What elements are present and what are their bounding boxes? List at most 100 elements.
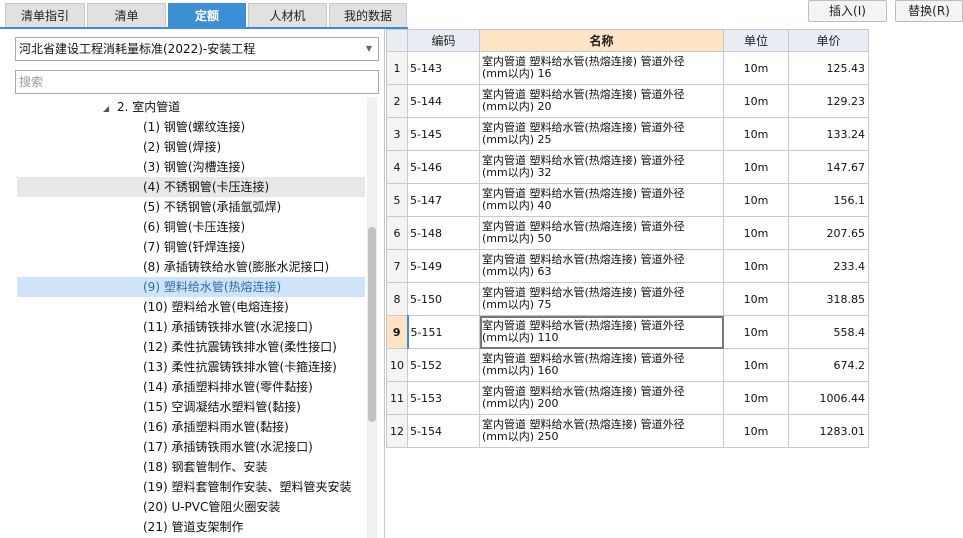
price-cell[interactable]: 674.2 <box>788 348 869 382</box>
unit-header[interactable]: 单位 <box>723 29 789 52</box>
row-index-cell[interactable]: 12 <box>386 414 408 448</box>
row-index-cell[interactable]: 11 <box>386 381 408 415</box>
tree-item[interactable]: (14) 承插塑料排水管(零件黏接) <box>17 377 365 397</box>
row-index-cell[interactable]: 4 <box>386 150 408 184</box>
price-cell[interactable]: 1006.44 <box>788 381 869 415</box>
price-cell[interactable]: 233.4 <box>788 249 869 283</box>
library-select[interactable]: 河北省建设工程消耗量标准(2022)-安装工程 ▼ <box>15 37 379 61</box>
tree-item[interactable]: (15) 空调凝结水塑料管(黏接) <box>17 397 365 417</box>
name-header[interactable]: 名称 <box>479 29 724 52</box>
code-cell[interactable]: 5-152 <box>407 348 480 382</box>
price-cell[interactable]: 129.23 <box>788 84 869 118</box>
code-cell[interactable]: 5-153 <box>407 381 480 415</box>
unit-cell[interactable]: 10m <box>723 150 789 184</box>
unit-cell[interactable]: 10m <box>723 315 789 349</box>
tree-item[interactable]: (5) 不锈钢管(承插氩弧焊) <box>17 197 365 217</box>
code-cell[interactable]: 5-144 <box>407 84 480 118</box>
name-cell[interactable]: 室内管道 塑料给水管(热熔连接) 管道外径 (mm以内) 16 <box>479 51 724 85</box>
tab-quota[interactable]: 定额 <box>168 3 246 28</box>
tree-item[interactable]: (12) 柔性抗震铸铁排水管(柔性接口) <box>17 337 365 357</box>
tree-item[interactable]: (8) 承插铸铁给水管(膨胀水泥接口) <box>17 257 365 277</box>
price-header[interactable]: 单价 <box>788 29 869 52</box>
table-row[interactable]: 9 5-151 室内管道 塑料给水管(热熔连接) 管道外径 (mm以内) 110 10m… <box>386 315 869 349</box>
price-cell[interactable]: 318.85 <box>788 282 869 316</box>
code-cell[interactable]: 5-154 <box>407 414 480 448</box>
table-row[interactable]: 1 5-143 室内管道 塑料给水管(热熔连接) 管道外径 (mm以内) 16 10m 1… <box>386 51 869 85</box>
code-cell[interactable]: 5-148 <box>407 216 480 250</box>
tab-labor-material-machine[interactable]: 人材机 <box>248 3 327 28</box>
row-index-cell[interactable]: 8 <box>386 282 408 316</box>
tree-item[interactable]: (21) 管道支架制作 <box>17 517 365 537</box>
tree-item[interactable]: (2) 钢管(焊接) <box>17 137 365 157</box>
table-row[interactable]: 5 5-147 室内管道 塑料给水管(热熔连接) 管道外径 (mm以内) 40 10m 1… <box>386 183 869 217</box>
price-cell[interactable]: 133.24 <box>788 117 869 151</box>
tree-item[interactable]: (18) 钢套管制作、安装 <box>17 457 365 477</box>
code-cell[interactable]: 5-145 <box>407 117 480 151</box>
table-row[interactable]: 2 5-144 室内管道 塑料给水管(热熔连接) 管道外径 (mm以内) 20 10m 1… <box>386 84 869 118</box>
tree-scrollbar[interactable] <box>367 97 377 538</box>
unit-cell[interactable]: 10m <box>723 414 789 448</box>
price-cell[interactable]: 156.1 <box>788 183 869 217</box>
tree-item[interactable]: (17) 承插铸铁雨水管(水泥接口) <box>17 437 365 457</box>
row-index-cell[interactable]: 5 <box>386 183 408 217</box>
name-cell[interactable]: 室内管道 塑料给水管(热熔连接) 管道外径 (mm以内) 20 <box>479 84 724 118</box>
tree-item[interactable]: (7) 铜管(钎焊连接) <box>17 237 365 257</box>
unit-cell[interactable]: 10m <box>723 117 789 151</box>
name-cell[interactable]: 室内管道 塑料给水管(热熔连接) 管道外径 (mm以内) 32 <box>479 150 724 184</box>
code-cell[interactable]: 5-143 <box>407 51 480 85</box>
name-cell[interactable]: 室内管道 塑料给水管(热熔连接) 管道外径 (mm以内) 25 <box>479 117 724 151</box>
table-row[interactable]: 6 5-148 室内管道 塑料给水管(热熔连接) 管道外径 (mm以内) 50 10m 2… <box>386 216 869 250</box>
row-index-cell[interactable]: 3 <box>386 117 408 151</box>
unit-cell[interactable]: 10m <box>723 216 789 250</box>
replace-button[interactable]: 替换(R) <box>895 0 963 22</box>
tree-item[interactable]: (10) 塑料给水管(电熔连接) <box>17 297 365 317</box>
unit-cell[interactable]: 10m <box>723 381 789 415</box>
collapse-triangle-icon[interactable]: ◢ <box>103 99 117 119</box>
tree-item[interactable]: (4) 不锈钢管(卡压连接) <box>17 177 365 197</box>
tree-item[interactable]: (11) 承插铸铁排水管(水泥接口) <box>17 317 365 337</box>
code-cell[interactable]: 5-146 <box>407 150 480 184</box>
code-cell[interactable]: 5-147 <box>407 183 480 217</box>
table-row[interactable]: 10 5-152 室内管道 塑料给水管(热熔连接) 管道外径 (mm以内) 160 10… <box>386 348 869 382</box>
search-input[interactable] <box>15 70 379 94</box>
name-cell[interactable]: 室内管道 塑料给水管(热熔连接) 管道外径 (mm以内) 160 <box>479 348 724 382</box>
tree-item[interactable]: (20) U-PVC管阻火圈安装 <box>17 497 365 517</box>
tree-item[interactable]: (9) 塑料给水管(热熔连接) <box>17 277 365 297</box>
code-cell[interactable]: 5-150 <box>407 282 480 316</box>
code-cell[interactable]: 5-149 <box>407 249 480 283</box>
name-cell[interactable]: 室内管道 塑料给水管(热熔连接) 管道外径 (mm以内) 50 <box>479 216 724 250</box>
unit-cell[interactable]: 10m <box>723 282 789 316</box>
unit-cell[interactable]: 10m <box>723 249 789 283</box>
table-row[interactable]: 7 5-149 室内管道 塑料给水管(热熔连接) 管道外径 (mm以内) 63 10m 2… <box>386 249 869 283</box>
row-index-cell[interactable]: 2 <box>386 84 408 118</box>
name-cell[interactable]: 室内管道 塑料给水管(热熔连接) 管道外径 (mm以内) 250 <box>479 414 724 448</box>
table-row[interactable]: 8 5-150 室内管道 塑料给水管(热熔连接) 管道外径 (mm以内) 75 10m 3… <box>386 282 869 316</box>
tree-item[interactable]: (3) 钢管(沟槽连接) <box>17 157 365 177</box>
price-cell[interactable]: 147.67 <box>788 150 869 184</box>
price-cell[interactable]: 558.4 <box>788 315 869 349</box>
tab-bill[interactable]: 清单 <box>87 3 166 28</box>
row-index-cell[interactable]: 6 <box>386 216 408 250</box>
price-cell[interactable]: 1283.01 <box>788 414 869 448</box>
table-row[interactable]: 11 5-153 室内管道 塑料给水管(热熔连接) 管道外径 (mm以内) 200 10… <box>386 381 869 415</box>
table-row[interactable]: 3 5-145 室内管道 塑料给水管(热熔连接) 管道外径 (mm以内) 25 10m 1… <box>386 117 869 151</box>
tree-item[interactable]: (16) 承插塑料雨水管(黏接) <box>17 417 365 437</box>
row-index-cell[interactable]: 1 <box>386 51 408 85</box>
unit-cell[interactable]: 10m <box>723 183 789 217</box>
tree-item[interactable]: (13) 柔性抗震铸铁排水管(卡箍连接) <box>17 357 365 377</box>
name-cell[interactable]: 室内管道 塑料给水管(热熔连接) 管道外径 (mm以内) 40 <box>479 183 724 217</box>
unit-cell[interactable]: 10m <box>723 51 789 85</box>
unit-cell[interactable]: 10m <box>723 84 789 118</box>
price-cell[interactable]: 125.43 <box>788 51 869 85</box>
tab-list-guide[interactable]: 清单指引 <box>5 3 85 28</box>
tree-node-indoor-pipes[interactable]: ◢ 2. 室内管道 <box>17 97 365 117</box>
table-row[interactable]: 4 5-146 室内管道 塑料给水管(热熔连接) 管道外径 (mm以内) 32 10m 1… <box>386 150 869 184</box>
row-index-cell[interactable]: 10 <box>386 348 408 382</box>
tree-item[interactable]: (1) 钢管(螺纹连接) <box>17 117 365 137</box>
tree-item[interactable]: (6) 铜管(卡压连接) <box>17 217 365 237</box>
price-cell[interactable]: 207.65 <box>788 216 869 250</box>
name-cell[interactable]: 室内管道 塑料给水管(热熔连接) 管道外径 (mm以内) 63 <box>479 249 724 283</box>
tab-my-data[interactable]: 我的数据 <box>329 3 407 28</box>
insert-button[interactable]: 插入(I) <box>808 0 887 22</box>
panel-divider[interactable] <box>384 29 385 538</box>
